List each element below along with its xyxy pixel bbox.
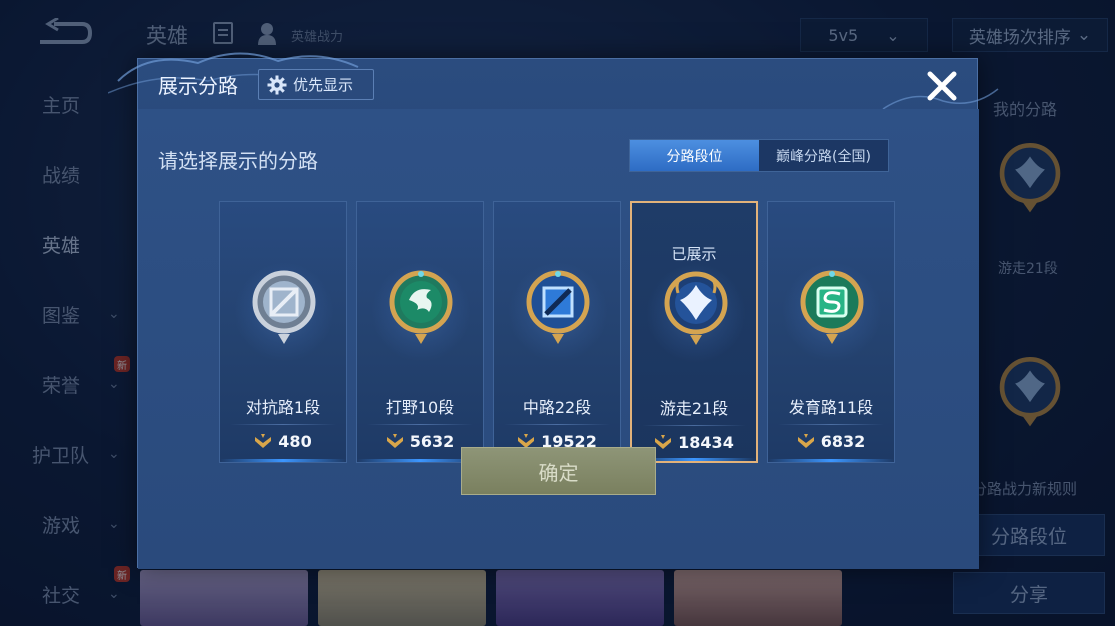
card-divider <box>778 424 884 425</box>
lane-card-score: 480 <box>220 432 346 451</box>
card-divider <box>367 424 473 425</box>
power-chevron-icon <box>655 434 672 449</box>
clash-lane-emblem-icon <box>252 270 316 344</box>
lane-card-score-value: 5632 <box>409 432 455 451</box>
shown-label: 已展示 <box>671 245 717 263</box>
modal-title: 展示分路 <box>158 74 238 98</box>
tab-peak-lane-national[interactable]: 巅峰分路(全国) <box>759 140 888 171</box>
card-divider <box>504 424 610 425</box>
farm-lane-emblem-icon <box>800 270 864 344</box>
mid-lane-emblem-icon <box>526 270 590 344</box>
select-prompt: 请选择展示的分路 <box>158 149 318 173</box>
lane-tab-group: 分路段位 巅峰分路(全国) <box>629 139 889 172</box>
priority-display-label: 优先显示 <box>293 76 354 94</box>
close-icon[interactable] <box>924 68 960 104</box>
lane-card-list: 对抗路1段 480 打野10段 5632 中路22段 19522 已展示 游走2… <box>219 201 899 463</box>
jungle-emblem-icon <box>389 270 453 344</box>
tab-lane-rank[interactable]: 分路段位 <box>630 140 759 171</box>
lane-card-roam[interactable]: 已展示 游走21段 18434 <box>630 201 758 463</box>
confirm-button[interactable]: 确定 <box>461 447 656 495</box>
card-divider <box>642 425 746 426</box>
lane-card-name: 发育路11段 <box>788 398 874 417</box>
lane-card-clash[interactable]: 对抗路1段 480 <box>219 201 347 463</box>
modal-header: 展示分路 优先显示 <box>138 59 979 109</box>
gear-icon <box>267 75 287 94</box>
power-chevron-icon <box>255 433 272 448</box>
display-lane-modal: 展示分路 优先显示 请选择展示的分路 分路段位 巅峰分路(全国) 对抗路1段 4… <box>108 52 999 569</box>
lane-card-score-value: 18434 <box>678 433 734 452</box>
lane-card-jungle[interactable]: 打野10段 5632 <box>356 201 484 463</box>
power-chevron-icon <box>386 433 403 448</box>
lane-card-farm[interactable]: 发育路11段 6832 <box>767 201 895 463</box>
lane-card-mid[interactable]: 中路22段 19522 <box>493 201 621 463</box>
priority-display-button[interactable]: 优先显示 <box>258 69 374 100</box>
lane-card-name: 对抗路1段 <box>245 398 321 417</box>
lane-card-name: 游走21段 <box>659 399 729 418</box>
lane-card-score-value: 6832 <box>820 432 866 451</box>
power-chevron-icon <box>797 433 814 448</box>
lane-card-name: 打野10段 <box>385 398 455 417</box>
roam-emblem-icon <box>664 271 728 345</box>
lane-card-name: 中路22段 <box>522 398 592 417</box>
lane-card-score-value: 480 <box>278 432 312 451</box>
lane-card-score: 6832 <box>768 432 894 451</box>
card-divider <box>230 424 336 425</box>
